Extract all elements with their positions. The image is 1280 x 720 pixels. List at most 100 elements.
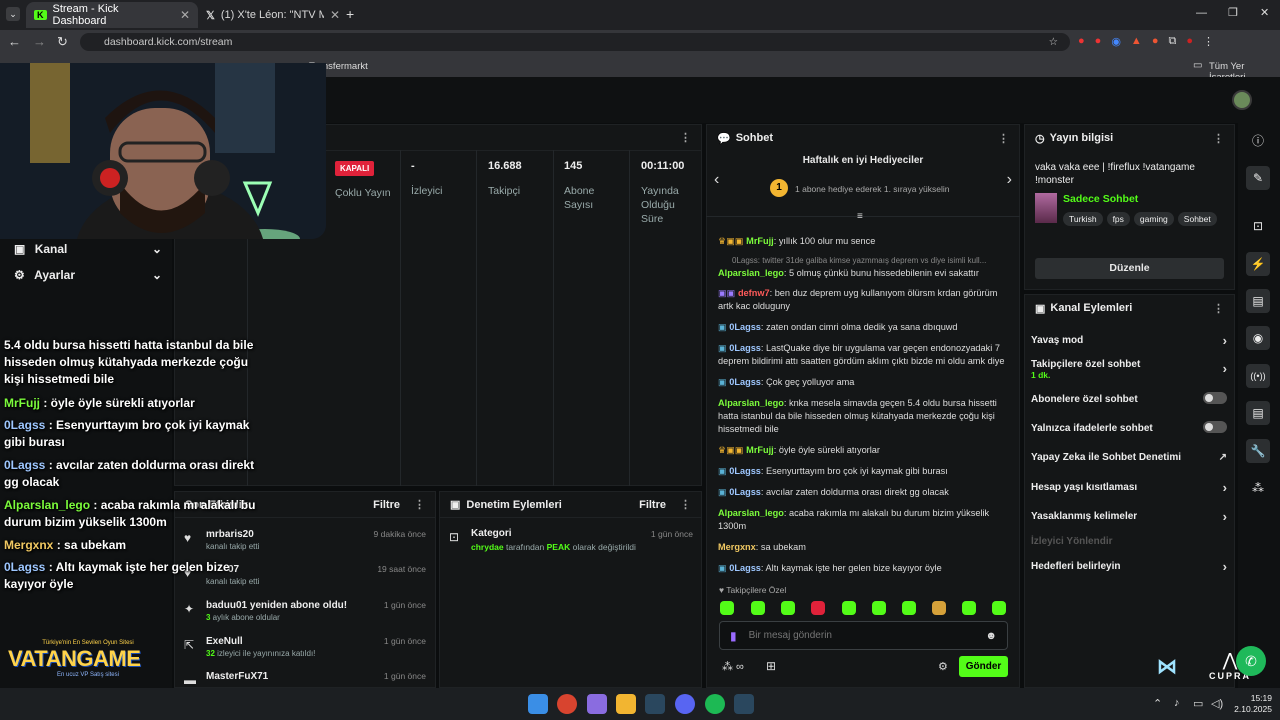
steam-icon[interactable] <box>734 694 754 714</box>
close-icon[interactable]: ✕ <box>180 8 190 22</box>
tab-x-post[interactable]: 𝕏 (1) X'te Léon: "NTV Muhabiri Ha ✕ <box>198 2 348 28</box>
chat-username[interactable]: Alparslan_lego <box>718 268 784 278</box>
chat-settings-gear-icon[interactable]: ⚙ <box>938 660 948 673</box>
chat-username[interactable]: Alparslan_lego <box>718 398 784 408</box>
category-name[interactable]: Sadece Sohbet <box>1063 193 1138 205</box>
steam-icon[interactable] <box>645 694 665 714</box>
wrench-icon[interactable]: 🔧 <box>1246 439 1270 463</box>
more-options-icon[interactable]: ⋮ <box>998 132 1009 145</box>
gift-icon[interactable]: ⊞ <box>766 659 776 673</box>
emote-icon[interactable] <box>720 601 734 615</box>
action-slow-mode[interactable]: Yavaş mod › <box>1031 333 1227 348</box>
chat-message-field[interactable] <box>748 630 969 641</box>
lightning-icon[interactable]: ⚡ <box>1246 252 1270 276</box>
profile-icon[interactable]: ● <box>1186 35 1193 49</box>
more-options-icon[interactable]: ⋮ <box>414 498 425 511</box>
emoji-icon[interactable]: ☻ <box>985 630 997 642</box>
filter-button[interactable]: Filtre <box>373 499 400 511</box>
edit-button[interactable]: Düzenle <box>1035 258 1224 279</box>
close-icon[interactable]: ✕ <box>330 8 340 22</box>
more-actions-icon[interactable]: ⁂ <box>1246 476 1270 500</box>
emote-icon[interactable] <box>962 601 976 615</box>
chat-username[interactable]: 0Lagss <box>729 466 761 476</box>
chat-username[interactable]: MrFujj <box>746 236 774 246</box>
tray-chevron-icon[interactable]: ⌃ <box>1153 697 1162 710</box>
minimize-button[interactable]: — <box>1196 7 1207 19</box>
discord-icon[interactable] <box>675 694 695 714</box>
action-ai-moderation[interactable]: Yapay Zeka ile Sohbet Denetimi ↗ <box>1031 452 1227 463</box>
send-button[interactable]: Gönder <box>959 656 1008 677</box>
info-icon[interactable]: ⓘ <box>1246 128 1270 152</box>
filter-button[interactable]: Filtre <box>639 499 666 511</box>
chevron-left-icon[interactable]: ‹ <box>714 171 719 189</box>
sidebar-item-kanal[interactable]: ▣ Kanal ⌄ <box>14 242 162 256</box>
spotify-icon[interactable] <box>705 694 725 714</box>
emote-icon[interactable] <box>811 601 825 615</box>
address-bar[interactable]: dashboard.kick.com/stream ☆ <box>80 33 1070 51</box>
more-options-icon[interactable]: ⋮ <box>1213 302 1224 315</box>
emote-icon[interactable] <box>751 601 765 615</box>
extension-icon[interactable]: ▲ <box>1131 35 1142 49</box>
maximize-button[interactable]: ❐ <box>1228 6 1238 19</box>
sidebar-item-ayarlar[interactable]: ⚙ Ayarlar ⌄ <box>14 268 162 282</box>
extension-icon[interactable]: ◉ <box>1111 35 1121 49</box>
volume-icon[interactable]: ◁) <box>1211 697 1223 710</box>
copilot-icon[interactable] <box>587 694 607 714</box>
chat-username[interactable]: defnw7 <box>738 288 770 298</box>
file-explorer-icon[interactable] <box>616 694 636 714</box>
window-close-button[interactable]: ✕ <box>1260 6 1269 19</box>
chat-username[interactable]: Mergxnx <box>718 542 756 552</box>
tab-search-button[interactable]: ⌄ <box>6 7 20 21</box>
extension-icon[interactable]: ● <box>1095 35 1102 49</box>
chat-username[interactable]: 0Lagss <box>729 322 761 332</box>
chat-username[interactable]: 0Lagss <box>729 563 761 573</box>
chat-username[interactable]: 0Lagss <box>729 487 761 497</box>
bookmark-star-icon[interactable]: ☆ <box>1049 36 1058 48</box>
avatar[interactable] <box>1232 90 1252 110</box>
emote-icon[interactable] <box>992 601 1006 615</box>
action-goals[interactable]: Hedefleri belirleyin › <box>1031 559 1227 574</box>
layout-icon[interactable]: ▤ <box>1246 401 1270 425</box>
chat-input[interactable]: ▮ ☻ <box>719 621 1008 650</box>
more-options-icon[interactable]: ⋮ <box>680 498 691 511</box>
points-icon[interactable]: ⁂ ∞ <box>722 660 744 673</box>
mic-tray-icon[interactable]: ♪ <box>1174 697 1180 709</box>
toggle-switch[interactable] <box>1203 421 1227 433</box>
forward-icon[interactable]: → <box>33 34 46 49</box>
more-options-icon[interactable]: ⋮ <box>1213 132 1224 145</box>
extensions-puzzle-icon[interactable]: ⧉ <box>1168 35 1176 49</box>
menu-icon[interactable]: ⋮ <box>1203 35 1214 49</box>
toggle-switch[interactable] <box>1203 392 1227 404</box>
clock[interactable]: 15:19 2.10.2025 <box>1232 693 1272 715</box>
extension-icon[interactable]: ● <box>1152 35 1159 49</box>
action-followers-only[interactable]: Takipçilere özel sohbet 1 dk. › <box>1031 359 1227 380</box>
new-tab-button[interactable]: + <box>346 6 354 22</box>
emote-icon[interactable] <box>781 601 795 615</box>
chevron-right-icon[interactable]: › <box>1007 171 1012 189</box>
emote-icon[interactable] <box>842 601 856 615</box>
back-icon[interactable]: ← <box>8 34 21 49</box>
broadcast-icon[interactable]: ((•)) <box>1246 364 1270 388</box>
chat-username[interactable]: 0Lagss <box>729 377 761 387</box>
network-icon[interactable]: ▭ <box>1193 697 1203 710</box>
action-account-age[interactable]: Hesap yaşı kısıtlaması › <box>1031 480 1227 495</box>
emote-icon[interactable] <box>932 601 946 615</box>
action-banned-words[interactable]: Yasaklanmış kelimeler › <box>1031 509 1227 524</box>
chat-username[interactable]: 0Lagss <box>729 343 761 353</box>
chat-username[interactable]: MrFujj <box>746 445 774 455</box>
chat-reply-preview[interactable]: 0Lagss: twitter 31de galiba kimse yazmma… <box>718 254 1008 267</box>
extension-icon[interactable]: ● <box>1078 35 1085 49</box>
chrome-icon[interactable] <box>557 694 577 714</box>
mic-icon[interactable]: ▮ <box>730 629 737 643</box>
start-icon[interactable] <box>528 694 548 714</box>
chat-username[interactable]: Alparslan_lego <box>718 508 784 518</box>
tab-kick-dashboard[interactable]: K Stream - Kick Dashboard ✕ <box>26 2 198 28</box>
edit-icon[interactable]: ✎ <box>1246 166 1270 190</box>
document-icon[interactable]: ▤ <box>1246 289 1270 313</box>
expand-icon[interactable]: ⊡ <box>1246 214 1270 238</box>
pinned-toggle-icon[interactable]: ≡ <box>857 211 863 222</box>
emote-icon[interactable] <box>902 601 916 615</box>
emote-icon[interactable] <box>872 601 886 615</box>
more-options-icon[interactable]: ⋮ <box>680 131 691 144</box>
reload-icon[interactable]: ↻ <box>57 34 68 50</box>
